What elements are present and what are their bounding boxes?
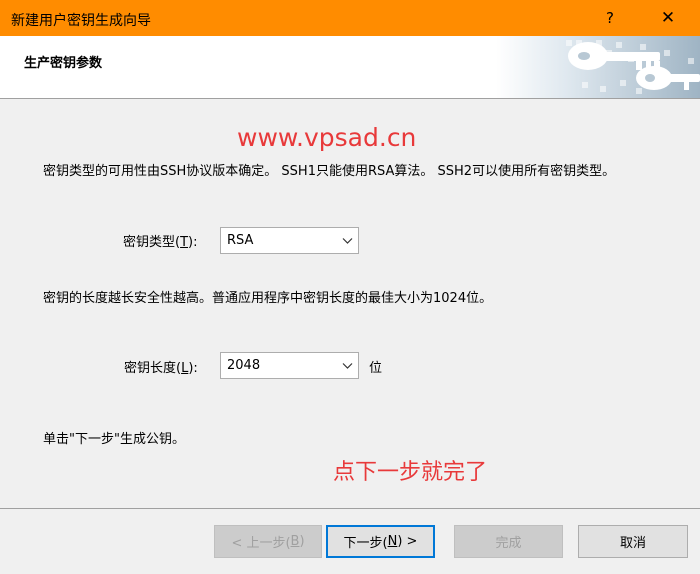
key-length-value: 2048 (227, 358, 261, 373)
cancel-button[interactable]: 取消 (578, 525, 688, 558)
close-button[interactable]: ✕ (645, 0, 691, 36)
next-button-prefix: 下一步( (343, 536, 388, 551)
key-type-label: 密钥类型(T): (123, 231, 197, 250)
back-button-mnemonic: B (290, 534, 300, 549)
window-title: 新建用户密钥生成向导 (11, 13, 151, 29)
key-type-label-suffix: ): (188, 235, 198, 250)
back-button[interactable]: < 上一步(B) (214, 525, 322, 558)
key-type-label-mnemonic: T (180, 235, 189, 250)
key-length-label-suffix: ): (188, 361, 198, 376)
key-type-value: RSA (227, 233, 254, 248)
key-length-combobox[interactable]: 2048 (220, 352, 359, 379)
next-button[interactable]: 下一步(N) > (326, 525, 435, 558)
watermark-text: www.vpsad.cn (237, 123, 417, 152)
key-length-label-prefix: 密钥长度( (124, 361, 182, 376)
key-type-label-prefix: 密钥类型( (123, 235, 181, 250)
next-button-suffix: ) > (397, 534, 418, 549)
key-length-label: 密钥长度(L): (124, 357, 198, 376)
wizard-header: 生产密钥参数 (0, 36, 700, 99)
next-button-mnemonic: N (387, 534, 398, 549)
key-type-select[interactable]: RSA (220, 227, 359, 254)
key-type-description: 密钥类型的可用性由SSH协议版本确定。 SSH1只能使用RSA算法。 SSH2可… (43, 164, 616, 179)
instruction-text: 单击"下一步"生成公钥。 (43, 432, 185, 447)
key-wizard-window: 新建用户密钥生成向导 ? ✕ 生产密钥参数 www.vpsad.cn 密钥类型的… (0, 0, 700, 574)
finish-button[interactable]: 完成 (454, 525, 563, 558)
page-title: 生产密钥参数 (24, 56, 103, 71)
annotation-text: 点下一步就完了 (333, 460, 488, 485)
key-length-unit: 位 (369, 361, 383, 376)
title-bar[interactable]: 新建用户密钥生成向导 ? ✕ (0, 0, 700, 36)
back-button-suffix: ) (299, 534, 305, 549)
wizard-footer: < 上一步(B) 下一步(N) > 完成 取消 (0, 508, 700, 574)
key-length-description: 密钥的长度越长安全性越高。普通应用程序中密钥长度的最佳大小为1024位。 (43, 291, 493, 306)
chevron-down-icon (342, 363, 353, 369)
help-button[interactable]: ? (587, 0, 633, 36)
back-button-prefix: < 上一步( (231, 536, 291, 551)
wizard-content: www.vpsad.cn 密钥类型的可用性由SSH协议版本确定。 SSH1只能使… (0, 99, 700, 508)
keys-banner-icon (496, 36, 700, 98)
chevron-down-icon (342, 238, 353, 244)
